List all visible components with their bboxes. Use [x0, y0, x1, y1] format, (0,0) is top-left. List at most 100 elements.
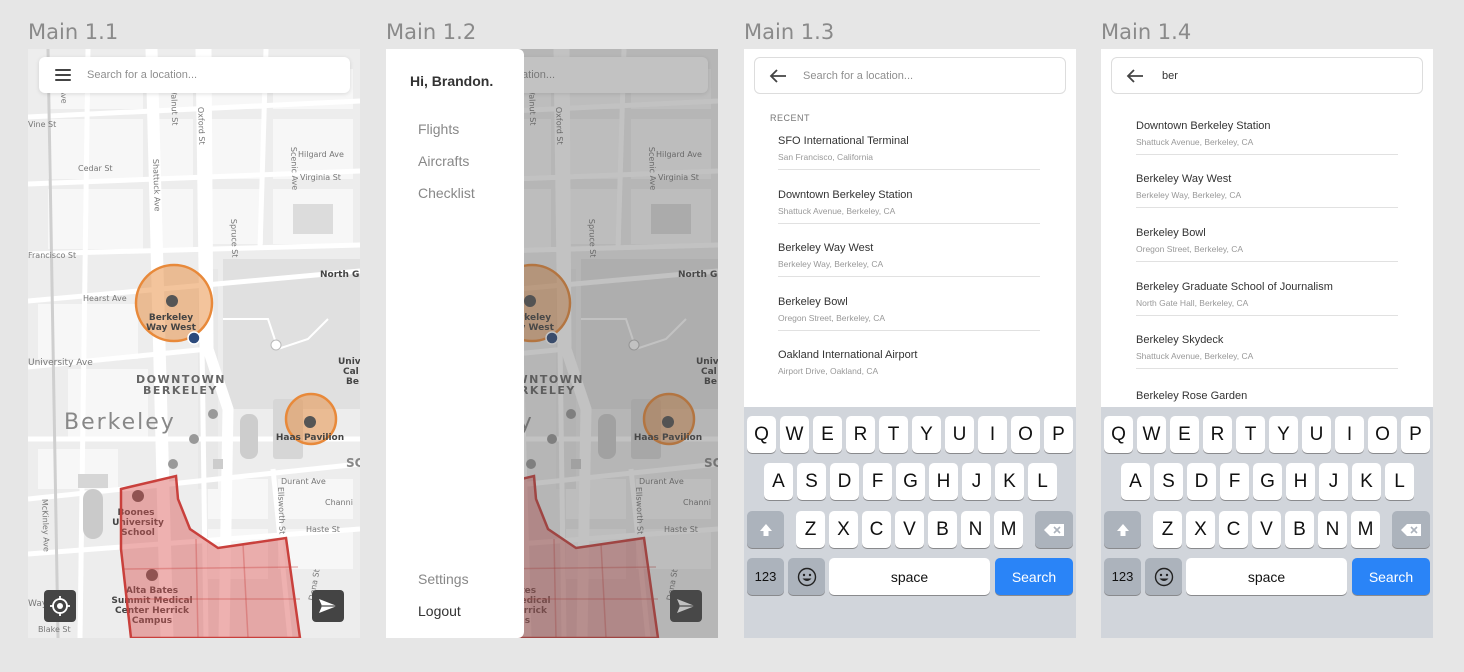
- key-x[interactable]: X: [829, 511, 858, 548]
- key-l[interactable]: L: [1028, 463, 1057, 500]
- screen-main-1-4: ber Downtown Berkeley Station Shattuck Av…: [1101, 49, 1433, 638]
- paper-plane-icon: [319, 599, 337, 613]
- key-z[interactable]: Z: [796, 511, 825, 548]
- key-i[interactable]: I: [978, 416, 1007, 453]
- key-t[interactable]: T: [879, 416, 908, 453]
- map-search-bar[interactable]: Search for a location...: [39, 57, 350, 93]
- list-item[interactable]: Berkeley Rose Garden: [1136, 390, 1398, 402]
- search-panel: ber Downtown Berkeley Station Shattuck Av…: [1101, 49, 1433, 407]
- key-r[interactable]: R: [1203, 416, 1232, 453]
- key-u[interactable]: U: [1302, 416, 1331, 453]
- key-t[interactable]: T: [1236, 416, 1265, 453]
- search-input[interactable]: ber: [1162, 70, 1178, 82]
- key-g[interactable]: G: [896, 463, 925, 500]
- emoji-icon: [797, 567, 816, 586]
- list-item[interactable]: Berkeley Graduate School of Journalism No…: [1136, 281, 1398, 316]
- space-key[interactable]: space: [829, 558, 990, 595]
- side-drawer: Hi, Brandon. Flights Aircrafts Checklist…: [386, 49, 524, 638]
- key-e[interactable]: E: [1170, 416, 1199, 453]
- key-c[interactable]: C: [862, 511, 891, 548]
- key-q[interactable]: Q: [1104, 416, 1133, 453]
- keyboard: Q W E R T Y U I O P A S D F G H J K L Z X C V B N M 123 space Search: [744, 407, 1076, 638]
- key-v[interactable]: V: [895, 511, 924, 548]
- emoji-key[interactable]: [1145, 558, 1182, 595]
- search-key[interactable]: Search: [995, 558, 1073, 595]
- backspace-key[interactable]: [1035, 511, 1073, 548]
- list-item[interactable]: Oakland International Airport Airport Dri…: [778, 349, 1040, 376]
- key-g[interactable]: G: [1253, 463, 1282, 500]
- key-j[interactable]: J: [1319, 463, 1348, 500]
- key-h[interactable]: H: [929, 463, 958, 500]
- send-button[interactable]: [312, 590, 344, 622]
- search-key[interactable]: Search: [1352, 558, 1430, 595]
- key-k[interactable]: K: [1352, 463, 1381, 500]
- search-input[interactable]: Search for a location...: [803, 70, 913, 82]
- backspace-key[interactable]: [1392, 511, 1430, 548]
- key-u[interactable]: U: [945, 416, 974, 453]
- key-d[interactable]: D: [830, 463, 859, 500]
- back-arrow-icon[interactable]: [769, 68, 787, 83]
- key-b[interactable]: B: [1285, 511, 1314, 548]
- key-z[interactable]: Z: [1153, 511, 1182, 548]
- key-f[interactable]: F: [863, 463, 892, 500]
- key-f[interactable]: F: [1220, 463, 1249, 500]
- map-view[interactable]: [28, 49, 360, 638]
- key-w[interactable]: W: [1137, 416, 1166, 453]
- key-c[interactable]: C: [1219, 511, 1248, 548]
- list-item[interactable]: SFO International Terminal San Francisco,…: [778, 135, 1040, 170]
- key-h[interactable]: H: [1286, 463, 1315, 500]
- key-o[interactable]: O: [1011, 416, 1040, 453]
- drawer-item-settings[interactable]: Settings: [418, 571, 469, 587]
- key-a[interactable]: A: [764, 463, 793, 500]
- drawer-item-aircrafts[interactable]: Aircrafts: [418, 153, 469, 169]
- drawer-item-checklist[interactable]: Checklist: [418, 185, 475, 201]
- key-j[interactable]: J: [962, 463, 991, 500]
- list-item[interactable]: Downtown Berkeley Station Shattuck Avenue…: [778, 189, 1040, 224]
- key-d[interactable]: D: [1187, 463, 1216, 500]
- list-item[interactable]: Berkeley Way West Berkeley Way, Berkeley,…: [778, 242, 1040, 277]
- key-r[interactable]: R: [846, 416, 875, 453]
- frame-title: Main 1.3: [744, 20, 835, 44]
- drawer-item-logout[interactable]: Logout: [418, 603, 461, 619]
- key-m[interactable]: M: [994, 511, 1023, 548]
- numbers-key[interactable]: 123: [1104, 558, 1141, 595]
- key-w[interactable]: W: [780, 416, 809, 453]
- list-item[interactable]: Berkeley Way West Berkeley Way, Berkeley,…: [1136, 173, 1398, 208]
- space-key[interactable]: space: [1186, 558, 1347, 595]
- key-a[interactable]: A: [1121, 463, 1150, 500]
- key-x[interactable]: X: [1186, 511, 1215, 548]
- key-n[interactable]: N: [961, 511, 990, 548]
- key-s[interactable]: S: [797, 463, 826, 500]
- shift-key[interactable]: [747, 511, 784, 548]
- search-bar[interactable]: Search for a location...: [754, 57, 1066, 94]
- search-input[interactable]: Search for a location...: [87, 69, 197, 81]
- key-o[interactable]: O: [1368, 416, 1397, 453]
- key-n[interactable]: N: [1318, 511, 1347, 548]
- key-m[interactable]: M: [1351, 511, 1380, 548]
- backspace-icon: [1401, 523, 1421, 536]
- key-e[interactable]: E: [813, 416, 842, 453]
- list-item[interactable]: Downtown Berkeley Station Shattuck Avenue…: [1136, 120, 1398, 155]
- list-item[interactable]: Berkeley Skydeck Shattuck Avenue, Berkele…: [1136, 334, 1398, 369]
- key-q[interactable]: Q: [747, 416, 776, 453]
- locate-me-button[interactable]: [44, 590, 76, 622]
- key-p[interactable]: P: [1044, 416, 1073, 453]
- back-arrow-icon[interactable]: [1126, 68, 1144, 83]
- list-item[interactable]: Berkeley Bowl Oregon Street, Berkeley, CA: [1136, 227, 1398, 262]
- emoji-key[interactable]: [788, 558, 825, 595]
- key-p[interactable]: P: [1401, 416, 1430, 453]
- key-b[interactable]: B: [928, 511, 957, 548]
- drawer-item-flights[interactable]: Flights: [418, 121, 459, 137]
- list-item[interactable]: Berkeley Bowl Oregon Street, Berkeley, CA: [778, 296, 1040, 331]
- key-y[interactable]: Y: [1269, 416, 1298, 453]
- key-k[interactable]: K: [995, 463, 1024, 500]
- shift-key[interactable]: [1104, 511, 1141, 548]
- key-i[interactable]: I: [1335, 416, 1364, 453]
- numbers-key[interactable]: 123: [747, 558, 784, 595]
- key-v[interactable]: V: [1252, 511, 1281, 548]
- key-y[interactable]: Y: [912, 416, 941, 453]
- key-s[interactable]: S: [1154, 463, 1183, 500]
- search-bar[interactable]: ber: [1111, 57, 1423, 94]
- key-l[interactable]: L: [1385, 463, 1414, 500]
- menu-icon[interactable]: [55, 69, 71, 81]
